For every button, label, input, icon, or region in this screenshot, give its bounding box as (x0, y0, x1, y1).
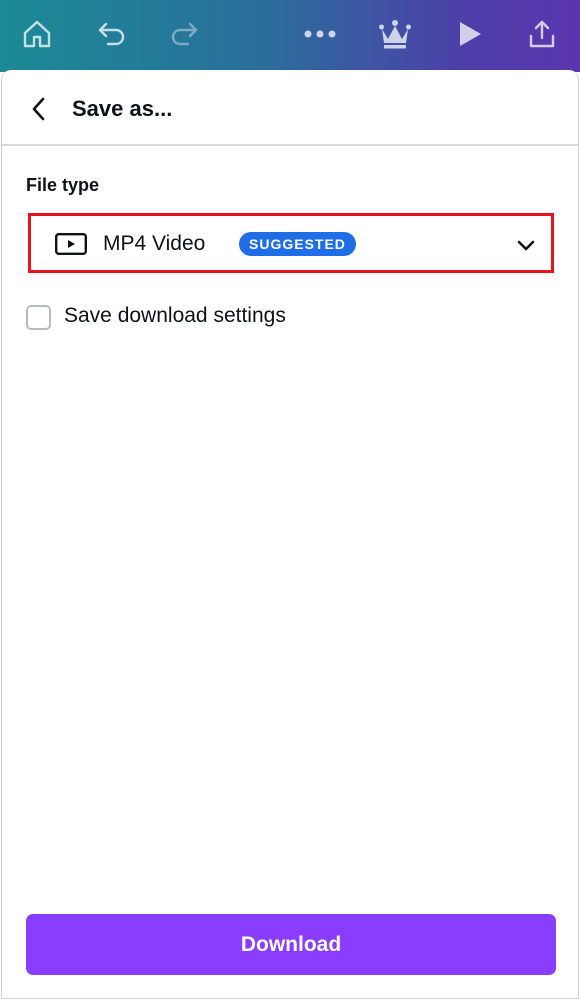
redo-icon[interactable] (162, 12, 206, 56)
editor-toolbar (0, 0, 580, 72)
save-as-panel: Save as... File type MP4 Video SUGGESTED… (1, 70, 579, 999)
save-settings-row[interactable]: Save download settings (26, 303, 426, 333)
undo-icon[interactable] (90, 12, 134, 56)
chevron-left-icon (32, 97, 45, 121)
back-button[interactable] (22, 92, 56, 126)
video-file-icon (55, 233, 87, 255)
save-settings-label: Save download settings (64, 304, 286, 327)
save-settings-checkbox[interactable] (26, 305, 51, 330)
suggested-badge: SUGGESTED (239, 232, 356, 256)
crown-icon[interactable] (373, 12, 417, 56)
file-type-label: File type (26, 175, 100, 195)
panel-header: Save as... (2, 70, 578, 146)
home-icon[interactable] (15, 12, 59, 56)
more-icon[interactable] (298, 12, 342, 56)
page-title: Save as... (72, 96, 173, 121)
download-button[interactable]: Download (26, 914, 556, 975)
selected-file-type: MP4 Video (103, 232, 206, 255)
chevron-down-icon (517, 240, 535, 251)
play-icon[interactable] (448, 12, 492, 56)
share-icon[interactable] (520, 12, 564, 56)
file-type-dropdown[interactable]: MP4 Video SUGGESTED (28, 213, 554, 273)
